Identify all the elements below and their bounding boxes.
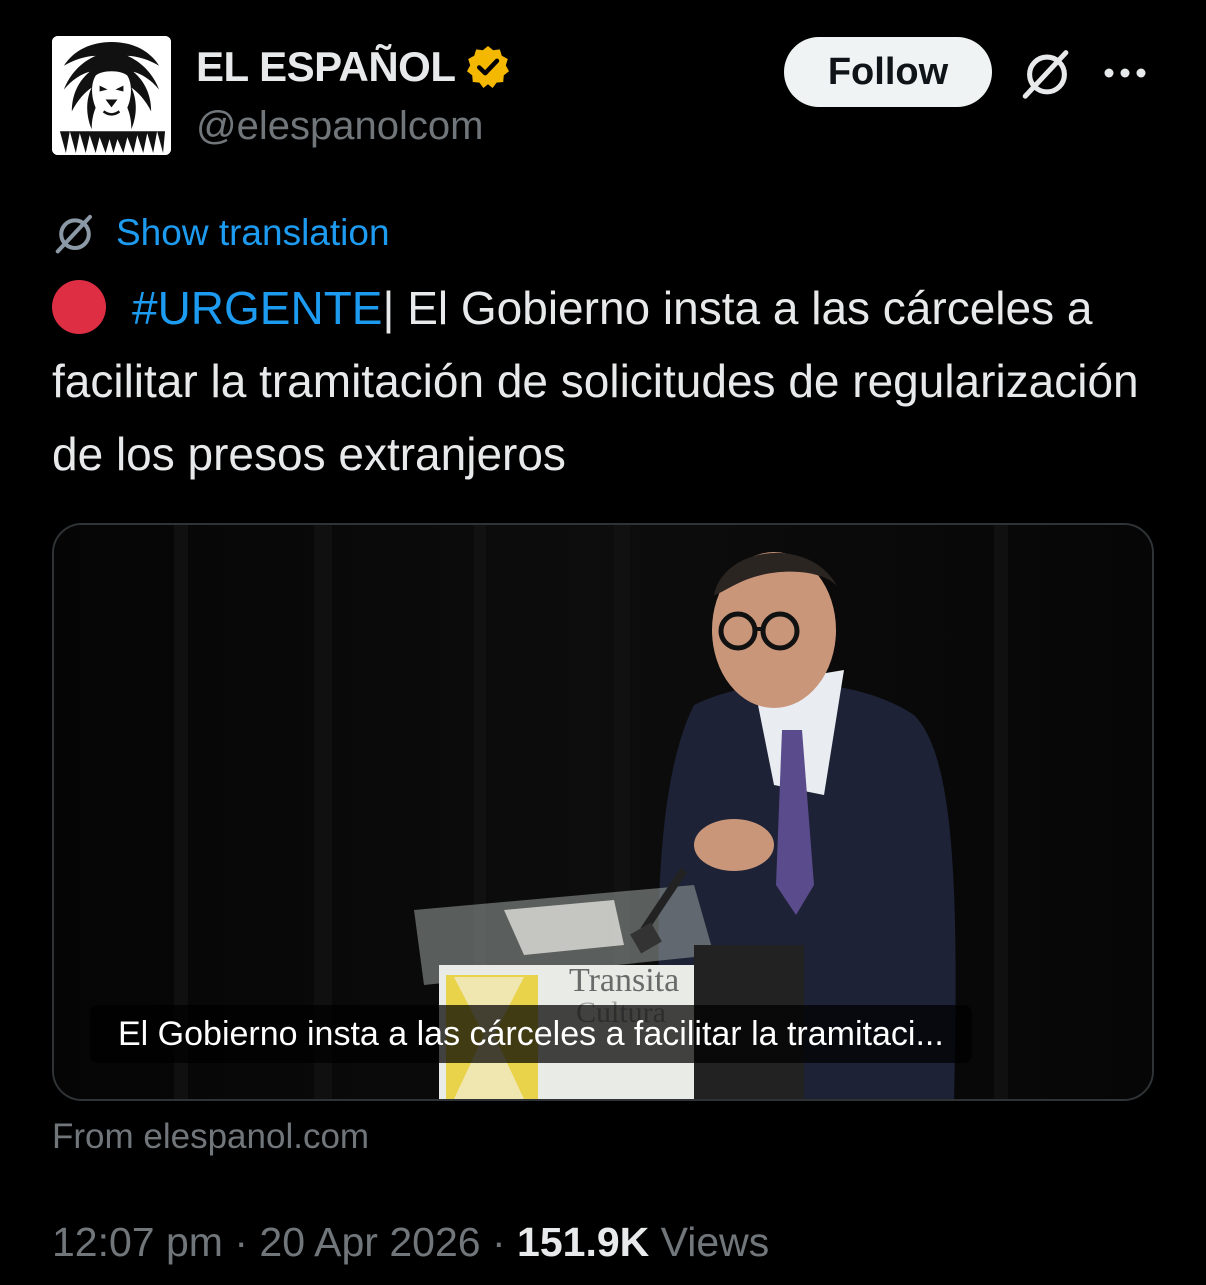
follow-button[interactable]: Follow [784, 37, 992, 107]
red-circle-emoji-icon [52, 280, 106, 334]
card-caption: El Gobierno insta a las cárceles a facil… [90, 1005, 972, 1063]
tweet-time[interactable]: 12:07 pm [52, 1219, 223, 1265]
meta-separator-2: · [491, 1219, 506, 1265]
display-name-text: EL ESPAÑOL [196, 43, 456, 90]
show-translation-label: Show translation [116, 212, 390, 253]
more-options-icon[interactable] [1100, 58, 1150, 88]
grok-icon[interactable] [1018, 44, 1076, 102]
card-source-link[interactable]: From elespanol.com [52, 1117, 369, 1157]
display-name[interactable]: EL ESPAÑOL [196, 40, 512, 94]
views-count[interactable]: 151.9K [517, 1219, 649, 1265]
avatar[interactable] [52, 36, 171, 155]
link-card[interactable]: Transita Cultura El Gobierno insta a las… [52, 523, 1154, 1101]
meta-separator: · [234, 1219, 249, 1265]
account-handle[interactable]: @elespanolcom [196, 100, 483, 152]
tweet: EL ESPAÑOL @elespanolcom Follow Show tra… [0, 0, 1206, 1285]
grok-translate-icon [55, 214, 92, 254]
views-label: Views [660, 1219, 770, 1265]
lion-logo-icon [52, 36, 171, 155]
hashtag-link[interactable]: #URGENTE [132, 282, 382, 334]
verified-badge-icon[interactable] [464, 43, 512, 91]
show-translation-link[interactable]: Show translation [52, 210, 390, 256]
podium-sign-text: Transita [569, 962, 679, 999]
tweet-meta: 12:07 pm · 20 Apr 2026 · 151.9K Views [52, 1214, 769, 1270]
tweet-date[interactable]: 20 Apr 2026 [259, 1219, 480, 1265]
tweet-text: #URGENTE| El Gobierno insta a las cárcel… [52, 272, 1162, 491]
